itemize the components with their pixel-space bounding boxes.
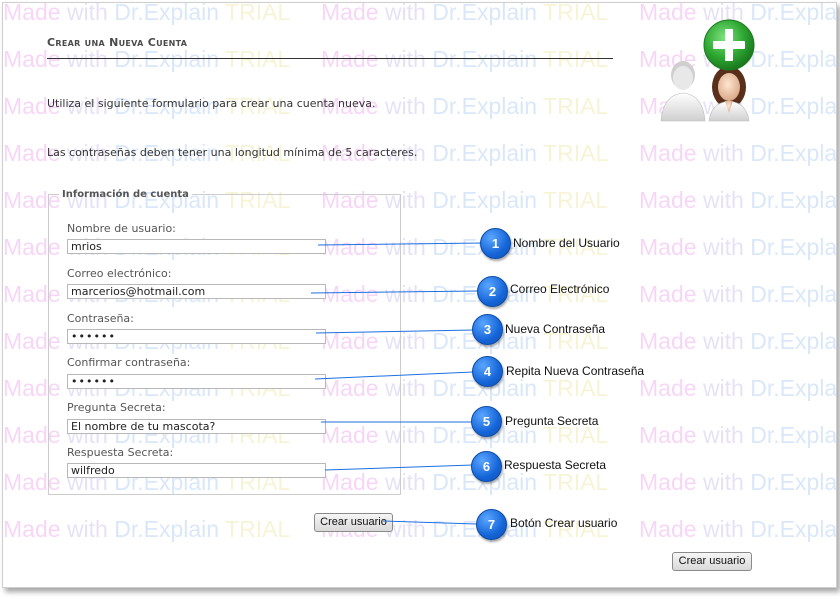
callout-badge-1: 1: [480, 228, 511, 259]
confirm-password-input[interactable]: [67, 374, 326, 389]
callout-label-4: Repita Nueva Contraseña: [506, 364, 645, 378]
secret-question-label: Pregunta Secreta:: [67, 401, 166, 414]
page-frame: Made with Dr.Explain TRIAL Made with Dr.E…: [2, 2, 837, 588]
callout-label-6: Respuesta Secreta: [504, 458, 607, 472]
password-input[interactable]: [67, 329, 326, 344]
create-user-button[interactable]: Crear usuario: [314, 513, 393, 532]
create-account-page: Crear una Nueva Cuenta Utiliza el siguie…: [3, 3, 836, 587]
secret-answer-input[interactable]: [67, 463, 326, 478]
callout-badge-6: 6: [471, 451, 502, 482]
callout-label-2: Correo Electrónico: [510, 282, 610, 296]
callout-label-5: Pregunta Secreta: [505, 414, 599, 428]
callout-badge-7: 7: [476, 509, 507, 540]
page-title: Crear una Nueva Cuenta: [47, 36, 188, 49]
callout-badge-3: 3: [472, 314, 503, 345]
username-label: Nombre de usuario:: [67, 222, 176, 235]
callout-label-7: Botón Crear usuario: [510, 516, 618, 530]
confirm-password-label: Confirmar contraseña:: [67, 356, 191, 369]
add-user-icon: [660, 19, 755, 122]
password-label: Contraseña:: [67, 312, 134, 325]
password-note: Las contraseñas deben tener una longitud…: [47, 146, 418, 159]
secret-answer-label: Respuesta Secreta:: [67, 446, 174, 459]
email-label: Correo electrónico:: [67, 267, 172, 280]
callout-label-3: Nueva Contraseña: [505, 322, 606, 336]
intro-text: Utiliza el siguiente formulario para cre…: [47, 97, 376, 110]
callout-badge-4: 4: [472, 356, 503, 387]
callout-badge-5: 5: [471, 406, 502, 437]
callout-label-1: Nombre del Usuario: [513, 236, 620, 250]
secret-question-input[interactable]: [67, 419, 326, 434]
account-info-legend: Información de cuenta: [62, 189, 189, 200]
callout-badge-2: 2: [477, 276, 508, 307]
create-user-button-bottom[interactable]: Crear usuario: [672, 552, 752, 571]
title-divider: [47, 58, 613, 59]
email-input[interactable]: [67, 284, 326, 299]
username-input[interactable]: [67, 239, 326, 254]
